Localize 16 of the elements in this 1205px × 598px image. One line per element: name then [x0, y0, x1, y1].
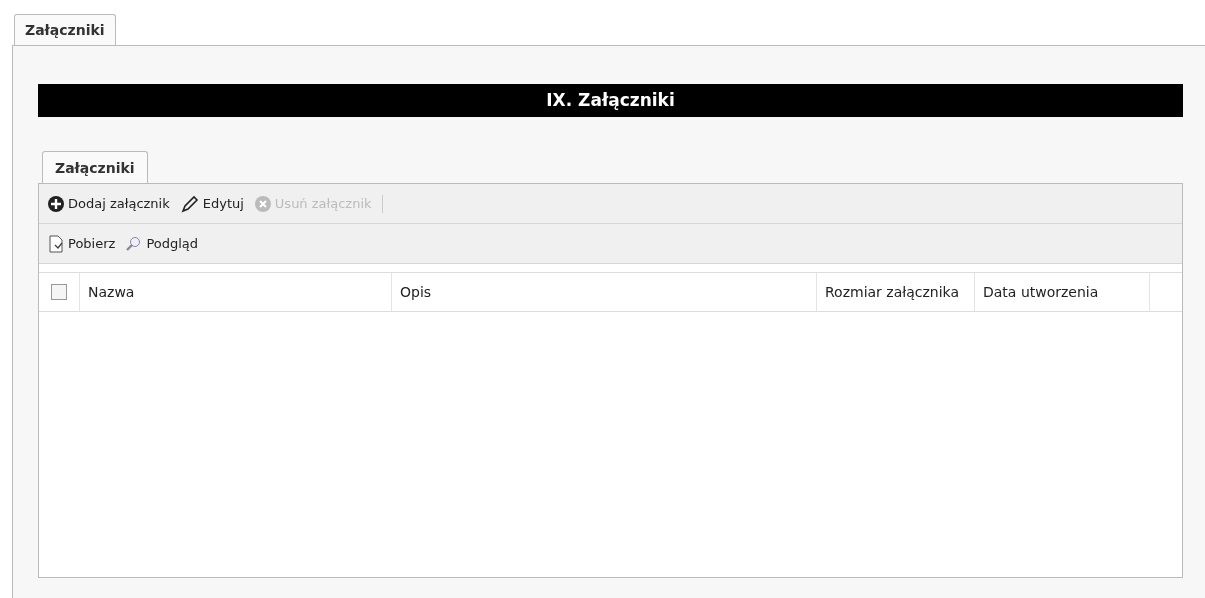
tab[interactable]: Załączniki: [42, 151, 148, 183]
edit-button[interactable]: Edytuj: [179, 194, 244, 213]
add-button[interactable]: Dodaj załącznik: [47, 194, 170, 213]
column-header[interactable]: Data utworzenia: [975, 273, 1150, 311]
tab[interactable]: Załączniki: [14, 14, 116, 45]
download-button[interactable]: Pobierz: [47, 234, 116, 253]
checkbox[interactable]: [51, 284, 67, 300]
delete-circle-icon: [253, 194, 272, 213]
column-header[interactable]: Opis: [392, 273, 817, 311]
preview-button[interactable]: Podgląd: [125, 234, 199, 253]
section-title: IX. Załączniki: [38, 84, 1183, 117]
document-icon: [47, 234, 65, 253]
column-header[interactable]: Rozmiar załącznika: [817, 273, 975, 311]
plus-circle-icon: [47, 194, 65, 213]
pencil-icon: [179, 194, 200, 213]
column-header[interactable]: Nazwa: [80, 273, 392, 311]
